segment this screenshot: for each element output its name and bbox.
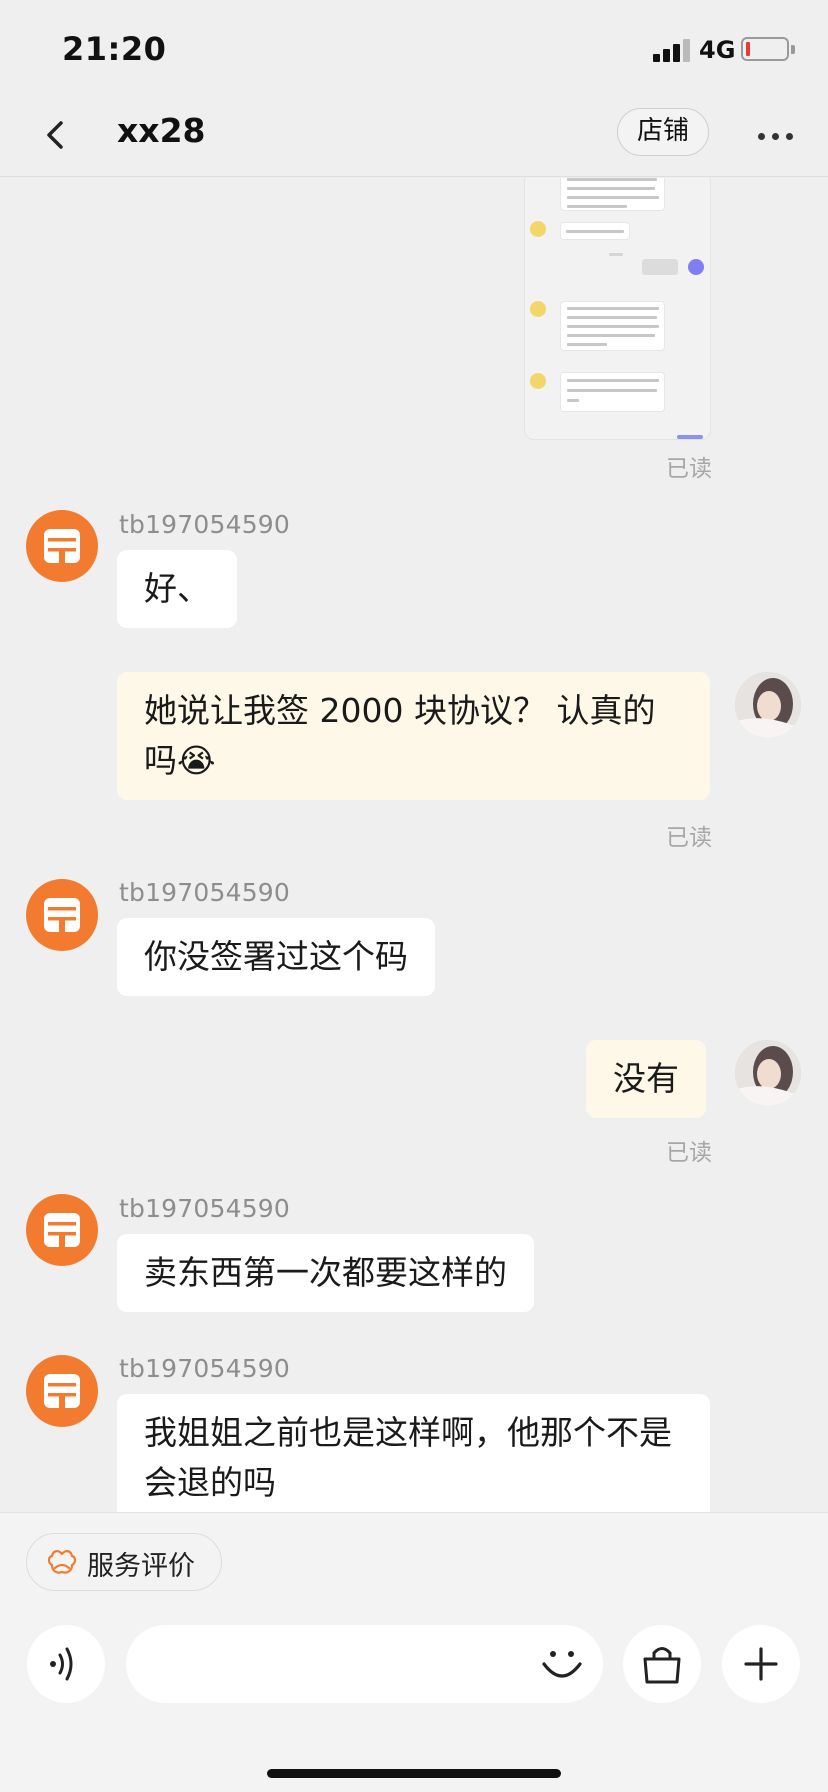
status-bar: 21:20 4G [0,0,828,92]
read-status: 已读 [666,456,712,482]
message-text: 她说让我签 2000 块协议？ 认真的吗😭 [144,691,656,780]
network-label: 4G [699,36,736,64]
service-evaluation-button[interactable]: 服务评价 [26,1533,222,1591]
message-image[interactable] [524,178,711,440]
nav-bar: xx28 店铺 [0,92,828,177]
plus-icon [744,1647,778,1681]
sender-name: tb197054590 [119,878,291,907]
profile-photo-icon [735,672,801,738]
shop-icon [44,529,80,563]
more-dot-icon [758,133,765,140]
signal-icon [653,38,691,62]
user-avatar[interactable] [735,672,801,738]
chat-title: xx28 [117,111,206,150]
shopping-bag-button[interactable] [623,1625,701,1703]
seller-avatar[interactable] [26,1194,98,1266]
emoji-button[interactable] [538,1640,586,1688]
message-bubble[interactable]: 好、 [117,550,237,628]
shop-button[interactable]: 店铺 [617,108,709,156]
shop-icon [44,1374,80,1408]
profile-photo-icon [735,1040,801,1106]
seller-avatar[interactable] [26,879,98,951]
read-status: 已读 [666,1140,712,1166]
battery-icon [741,37,789,61]
flower-icon [47,1550,77,1574]
back-button[interactable] [34,110,84,160]
chevron-left-icon [47,121,63,149]
seller-avatar[interactable] [26,1355,98,1427]
home-indicator [267,1769,561,1778]
status-time: 21:20 [62,30,167,68]
message-bubble[interactable]: 你没签署过这个码 [117,918,435,996]
more-dot-icon [772,133,779,140]
more-actions-button[interactable] [722,1625,800,1703]
voice-button[interactable] [27,1625,105,1703]
input-area: 服务评价 [0,1512,828,1792]
message-bubble[interactable]: 她说让我签 2000 块协议？ 认真的吗😭 [117,672,710,800]
chat-messages[interactable]: 已读 tb197054590 好、 她说让我签 2000 块协议？ 认真的吗😭 … [0,178,828,1512]
seller-avatar[interactable] [26,510,98,582]
sender-name: tb197054590 [119,510,291,539]
shop-icon [44,898,80,932]
message-bubble[interactable]: 卖东西第一次都要这样的 [117,1234,534,1312]
message-input[interactable] [126,1625,603,1703]
read-status: 已读 [666,825,712,851]
voice-icon [50,1647,73,1681]
more-dot-icon [786,133,793,140]
service-evaluation-label: 服务评价 [87,1551,195,1582]
user-avatar[interactable] [735,1040,801,1106]
battery-tip [791,45,795,54]
message-bubble[interactable]: 我姐姐之前也是这样啊，他那个不是会退的吗 [117,1394,710,1512]
more-options-button[interactable] [752,116,798,156]
shopping-bag-icon [643,1647,681,1684]
message-bubble[interactable]: 没有 [586,1040,706,1118]
sender-name: tb197054590 [119,1194,291,1223]
emoji-icon [542,1651,582,1678]
sender-name: tb197054590 [119,1354,291,1383]
shop-icon [44,1213,80,1247]
